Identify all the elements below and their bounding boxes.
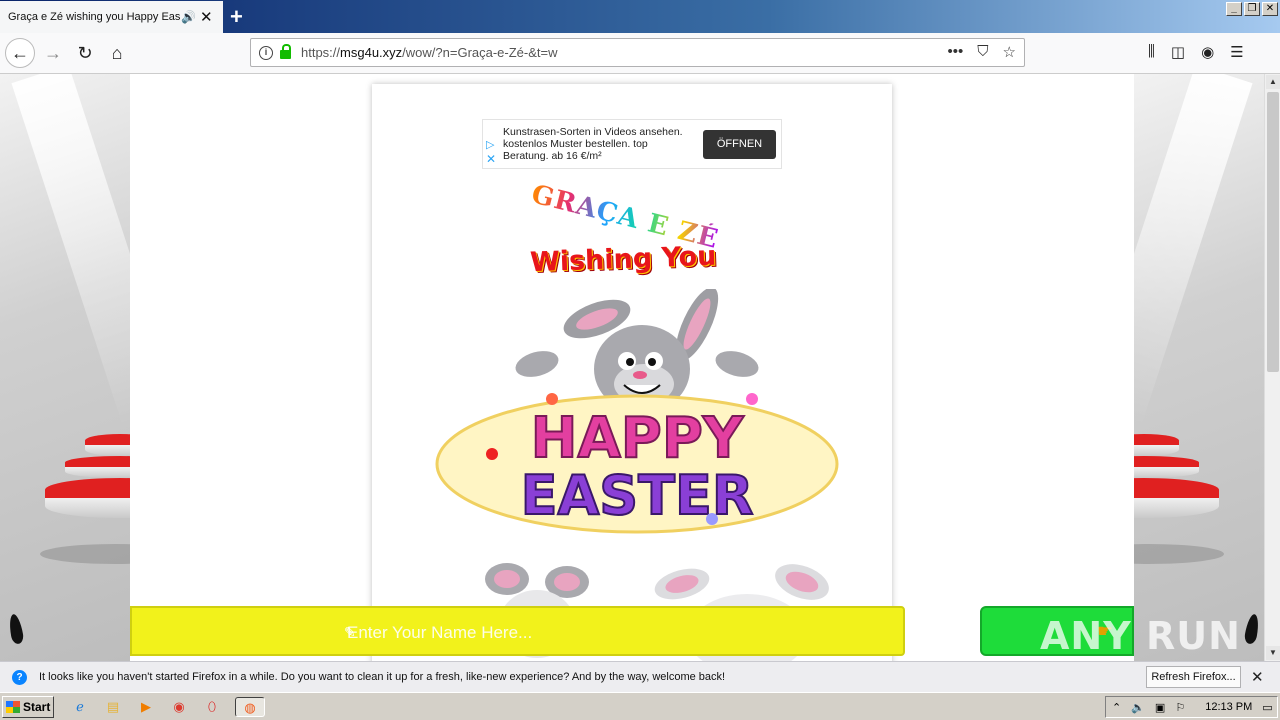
scroll-up-arrow-icon[interactable]: ▲ — [1266, 75, 1280, 89]
tray-expand-icon[interactable]: ⌃ — [1112, 701, 1121, 714]
firefox-taskbar-icon[interactable]: ◍ — [235, 697, 265, 717]
close-notification-icon[interactable]: ✕ — [1251, 668, 1264, 686]
navigation-toolbar: ← → ↻ ⌂ i https://msg4u.xyz/wow/?n=Graça… — [0, 33, 1280, 74]
restore-button[interactable]: ❐ — [1244, 2, 1260, 16]
refresh-firefox-button[interactable]: Refresh Firefox... — [1146, 666, 1241, 688]
pedestal-tier — [1134, 434, 1179, 456]
pedestal-tier — [1134, 478, 1219, 518]
bookmark-star-icon[interactable]: ☆ — [1003, 43, 1016, 61]
spotlight-ray — [11, 74, 130, 426]
question-icon: ? — [12, 669, 27, 685]
ad-open-button[interactable]: ÖFFNEN — [703, 130, 776, 159]
system-tray: ⌃ 🔈 ▣ ⚐ 12:13 PM ▭ — [1105, 696, 1278, 718]
bunny-paw — [515, 351, 559, 377]
bunny-pupil — [626, 358, 634, 366]
easter-text: EASTER — [521, 464, 754, 527]
url-domain: msg4u.xyz — [340, 45, 403, 60]
greeting-card: ▷ ✕ Kunstrasen-Sorten in Videos ansehen.… — [372, 84, 892, 661]
quick-launch: ℯ ▤ ▶ ◉ ⬯ ◍ — [70, 697, 265, 717]
url-bar[interactable]: i https://msg4u.xyz/wow/?n=Graça-e-Zé-&t… — [250, 38, 1025, 67]
curtain-tassel-icon — [1243, 613, 1261, 645]
taskbar: Start ℯ ▤ ▶ ◉ ⬯ ◍ ⌃ 🔈 ▣ ⚐ 12:13 PM ▭ — [0, 692, 1280, 720]
home-button[interactable]: ⌂ — [102, 38, 132, 68]
pedestal-tier — [85, 434, 130, 456]
info-icon[interactable]: i — [259, 45, 273, 60]
ad-banner[interactable]: ▷ ✕ Kunstrasen-Sorten in Videos ansehen.… — [482, 119, 782, 169]
stage-decoration-right — [1134, 74, 1264, 661]
name-input[interactable] — [347, 621, 767, 645]
happy-easter-bunny-image: HAPPY EASTER — [435, 289, 839, 534]
url-actions: ••• ⛉ ☆ — [948, 43, 1016, 61]
stage-decoration-left — [0, 74, 130, 661]
bunny-paw — [715, 351, 759, 377]
browser-tab[interactable]: Graça e Zé wishing you Happy Easter 🔊 ✕ — [0, 1, 223, 33]
start-button[interactable]: Start — [2, 696, 54, 718]
curtain-tassel-icon — [7, 613, 25, 645]
account-icon[interactable]: ◉ — [1201, 43, 1214, 61]
pedestal-tier — [65, 456, 130, 478]
page-actions-icon[interactable]: ••• — [948, 43, 964, 61]
new-tab-button[interactable]: + — [230, 4, 243, 30]
network-icon[interactable]: ▣ — [1155, 701, 1165, 714]
pedestal — [35, 434, 130, 518]
anyrun-watermark: ANY RUN — [1040, 614, 1241, 658]
show-desktop-icon[interactable]: ▭ — [1262, 701, 1272, 714]
window-controls: _ ❐ ✕ — [1226, 2, 1278, 16]
menu-icon[interactable]: ☰ — [1230, 43, 1243, 61]
scroll-thumb[interactable] — [1267, 92, 1279, 372]
notification-text: It looks like you haven't started Firefo… — [39, 671, 726, 683]
flower — [706, 513, 718, 525]
spotlight-ray — [1134, 74, 1253, 426]
happy-text: HAPPY — [531, 406, 745, 471]
volume-icon[interactable]: 🔈 — [1131, 701, 1145, 714]
pedestal-tier — [1134, 456, 1199, 478]
bunny-nose — [633, 371, 647, 379]
folder-icon[interactable]: ▤ — [103, 697, 123, 717]
pocket-icon[interactable]: ⛉ — [977, 43, 988, 61]
pedestal-shadow — [1134, 544, 1224, 564]
library-icon[interactable]: ⫼ — [1148, 43, 1155, 61]
minimize-button[interactable]: _ — [1226, 2, 1242, 16]
reload-button[interactable]: ↻ — [70, 38, 100, 68]
lock-icon[interactable] — [280, 44, 291, 59]
sidebar-icon[interactable]: ◫ — [1171, 43, 1185, 61]
back-button[interactable]: ← — [5, 38, 35, 68]
speaker-icon[interactable]: 🔊 — [181, 10, 196, 24]
vertical-scrollbar[interactable]: ▲ ▼ — [1264, 74, 1280, 661]
notification-bar: ? It looks like you haven't started Fire… — [0, 661, 1280, 692]
flag-icon[interactable]: ⚐ — [1175, 701, 1185, 714]
start-label: Start — [23, 700, 51, 714]
ad-close-icon[interactable]: ✕ — [486, 152, 496, 166]
ie-icon[interactable]: ℯ — [70, 697, 90, 717]
bunny-pupil — [648, 358, 656, 366]
bunny-ear-inner — [554, 573, 580, 591]
media-player-icon[interactable]: ▶ — [136, 697, 156, 717]
forward-button[interactable]: → — [38, 38, 68, 68]
url-prefix: https:// — [301, 45, 341, 60]
windows-logo-icon — [6, 701, 20, 713]
ad-text: Kunstrasen-Sorten in Videos ansehen. kos… — [503, 126, 683, 162]
close-window-button[interactable]: ✕ — [1262, 2, 1278, 16]
pedestal-shadow — [40, 544, 130, 564]
url-text[interactable]: https://msg4u.xyz/wow/?n=Graça-e-Zé-&t=w — [301, 45, 558, 60]
name-entry-bar: ✎ — [130, 606, 905, 656]
clock[interactable]: 12:13 PM — [1205, 701, 1252, 713]
pedestal — [1134, 434, 1229, 518]
url-path: /wow/?n=Graça-e-Zé-&t=w — [402, 45, 558, 60]
chrome-icon[interactable]: ◉ — [169, 697, 189, 717]
page-viewport: ▷ ✕ Kunstrasen-Sorten in Videos ansehen.… — [0, 74, 1264, 661]
opera-icon[interactable]: ⬯ — [202, 697, 222, 717]
tab-title: Graça e Zé wishing you Happy Easter — [8, 11, 180, 23]
close-tab-icon[interactable]: ✕ — [200, 8, 213, 26]
pedestal-tier — [45, 478, 130, 518]
toolbar-right: ⫼ ◫ ◉ ☰ — [1148, 43, 1244, 61]
flower — [486, 448, 498, 460]
flower — [746, 393, 758, 405]
ad-choices-icon[interactable]: ▷ — [486, 138, 494, 151]
scroll-down-arrow-icon[interactable]: ▼ — [1266, 646, 1280, 660]
title-bar: Graça e Zé wishing you Happy Easter 🔊 ✕ … — [0, 0, 1280, 33]
wishing-you-text: Wishing You — [529, 240, 717, 279]
flower — [546, 393, 558, 405]
bunny-ear-inner — [494, 570, 520, 588]
